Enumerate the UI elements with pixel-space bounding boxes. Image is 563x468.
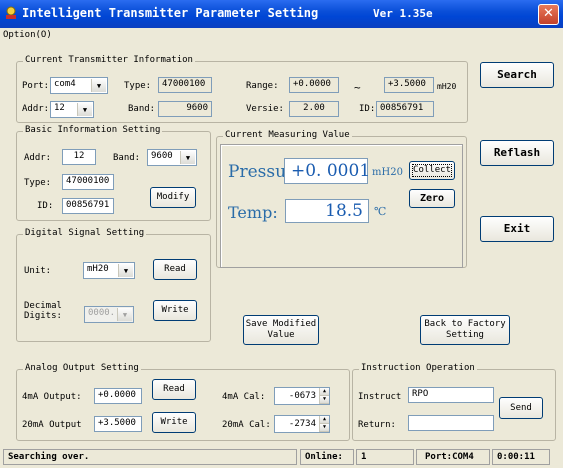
out20-label: 20mA Output xyxy=(22,420,82,430)
chevron-down-icon[interactable]: ▼ xyxy=(180,151,195,164)
status-message: Searching over. xyxy=(3,449,297,465)
type-field: 47000100 xyxy=(158,77,212,93)
basic-info-label: Basic Information Setting xyxy=(23,125,163,135)
instruct-label: Instruct xyxy=(358,392,402,402)
addr-select[interactable]: 12 ▼ xyxy=(50,101,94,118)
basic-id-label: ID: xyxy=(37,201,54,211)
status-port: Port:COM4 xyxy=(416,449,490,465)
versie-label: Versie: xyxy=(246,104,284,114)
versie-field: 2.00 xyxy=(289,101,339,117)
temp-unit: ℃ xyxy=(374,205,387,218)
cal4-spinner[interactable]: ▲ ▼ xyxy=(319,388,329,404)
chevron-down-icon[interactable]: ▼ xyxy=(77,103,92,116)
range-max-field: +3.5000 xyxy=(384,77,434,93)
status-time: 0:00:11 xyxy=(492,449,550,465)
chevron-down-icon[interactable]: ▼ xyxy=(91,79,106,92)
decimal-label: Decimal Digits: xyxy=(24,301,62,321)
instruct-input[interactable]: RPO xyxy=(408,387,494,403)
type-label: Type: xyxy=(124,81,152,91)
cal20-spinner[interactable]: ▲ ▼ xyxy=(319,416,329,432)
digital-read-button[interactable]: Read xyxy=(153,259,197,280)
send-button[interactable]: Send xyxy=(499,397,543,419)
basic-type-label: Type: xyxy=(24,178,52,188)
basic-band-select[interactable]: 9600 ▼ xyxy=(147,149,197,166)
basic-type-input[interactable]: 47000100 xyxy=(62,174,114,190)
basic-addr-input[interactable]: 12 xyxy=(62,149,96,165)
cal20-label: 20mA Cal: xyxy=(222,420,271,430)
basic-addr-label: Addr: xyxy=(24,153,52,163)
collect-button[interactable]: Collect xyxy=(409,161,455,180)
window-title: Intelligent Transmitter Parameter Settin… xyxy=(22,6,319,20)
basic-id-input[interactable]: 00856791 xyxy=(62,198,114,214)
main-window: Intelligent Transmitter Parameter Settin… xyxy=(0,0,563,468)
window-version: Ver 1.35e xyxy=(373,7,433,20)
band-field: 9600 xyxy=(158,101,212,117)
zero-button[interactable]: Zero xyxy=(409,189,455,208)
range-separator: ~ xyxy=(354,81,361,94)
current-info-label: Current Transmitter Information xyxy=(23,55,195,65)
status-online-label: Online: xyxy=(300,449,354,465)
out20-input[interactable]: +3.5000 xyxy=(94,416,142,432)
spin-up-icon[interactable]: ▲ xyxy=(320,416,329,424)
pressure-label: Pressu xyxy=(228,162,284,182)
instruction-label: Instruction Operation xyxy=(359,363,477,373)
spin-up-icon[interactable]: ▲ xyxy=(320,388,329,396)
decimal-select[interactable]: 0000. ▼ xyxy=(84,306,134,323)
chevron-down-icon[interactable]: ▼ xyxy=(118,264,133,277)
analog-write-button[interactable]: Write xyxy=(152,412,196,433)
port-label: Port: xyxy=(22,81,50,91)
save-modified-button[interactable]: Save Modified Value xyxy=(243,315,319,345)
band-label: Band: xyxy=(128,104,156,114)
close-button[interactable]: ✕ xyxy=(538,4,559,25)
out4-label: 4mA Output: xyxy=(22,392,82,402)
out4-input[interactable]: +0.0000 xyxy=(94,388,142,404)
menu-bar: Option(O) xyxy=(0,28,563,44)
addr-label: Addr: xyxy=(22,104,50,114)
measure-label: Current Measuring Value xyxy=(223,130,352,140)
unit-select[interactable]: mH20 ▼ xyxy=(83,262,135,279)
analog-label: Analog Output Setting xyxy=(23,363,141,373)
range-min-field: +0.0000 xyxy=(289,77,339,93)
range-unit: mH20 xyxy=(437,82,457,91)
pressure-field: +0. 0001 xyxy=(284,158,370,184)
basic-band-label: Band: xyxy=(113,153,141,163)
analog-read-button[interactable]: Read xyxy=(152,379,196,400)
spin-down-icon[interactable]: ▼ xyxy=(320,424,329,432)
chevron-down-icon[interactable]: ▼ xyxy=(117,308,132,321)
digital-label: Digital Signal Setting xyxy=(23,228,147,238)
return-label: Return: xyxy=(358,420,396,430)
id-field: 00856791 xyxy=(376,101,434,117)
menu-option[interactable]: Option(O) xyxy=(3,30,52,40)
app-icon xyxy=(6,6,16,19)
factory-setting-button[interactable]: Back to Factory Setting xyxy=(420,315,510,345)
search-button[interactable]: Search xyxy=(480,62,554,88)
cal4-label: 4mA Cal: xyxy=(222,392,266,402)
id-label: ID: xyxy=(359,104,376,114)
reflash-button[interactable]: Reflash xyxy=(480,140,554,166)
status-online-value: 1 xyxy=(356,449,414,465)
digital-write-button[interactable]: Write xyxy=(153,300,197,321)
return-field xyxy=(408,415,494,431)
digital-group: Digital Signal Setting xyxy=(16,228,211,342)
temp-label: Temp: xyxy=(228,203,278,222)
temp-field: 18.5 xyxy=(285,199,369,223)
title-bar[interactable]: Intelligent Transmitter Parameter Settin… xyxy=(0,0,563,28)
status-bar: Searching over. Online: 1 Port:COM4 0:00… xyxy=(0,446,563,468)
modify-button[interactable]: Modify xyxy=(150,187,196,208)
exit-button[interactable]: Exit xyxy=(480,216,554,242)
spin-down-icon[interactable]: ▼ xyxy=(320,396,329,404)
port-select[interactable]: com4 ▼ xyxy=(50,77,108,94)
range-label: Range: xyxy=(246,81,279,91)
pressure-unit: mH20 xyxy=(372,167,403,178)
unit-label: Unit: xyxy=(24,266,52,276)
